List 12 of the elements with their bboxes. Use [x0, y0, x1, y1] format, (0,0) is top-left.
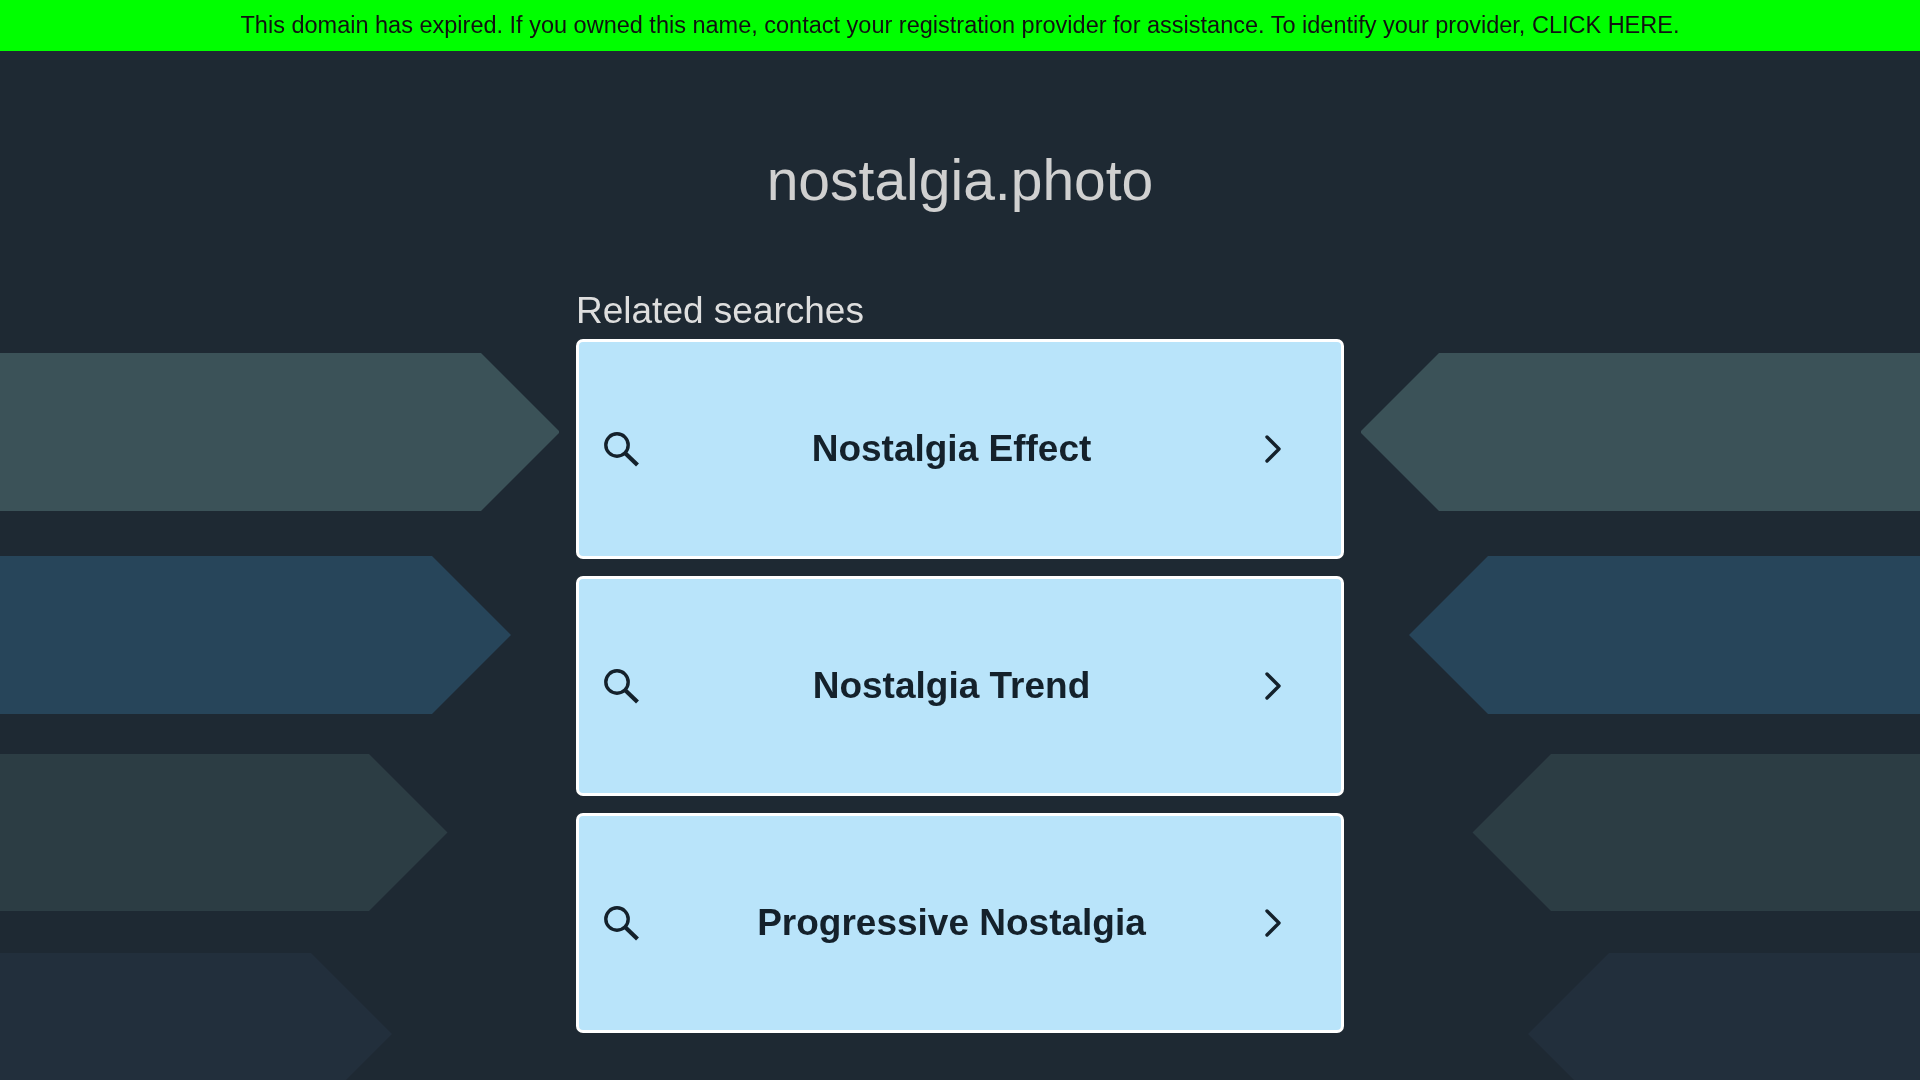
section-heading: Related searches [576, 290, 864, 331]
chevron-right-icon [1263, 908, 1283, 938]
search-link[interactable]: Nostalgia Trend [576, 576, 1344, 796]
search-icon [603, 431, 640, 467]
search-icon [603, 905, 640, 941]
search-link[interactable]: Progressive Nostalgia [576, 813, 1344, 1033]
chevron-right-icon [1263, 434, 1283, 464]
site-title: nostalgia.photo [766, 149, 1154, 212]
chevron-right-icon [1263, 671, 1283, 701]
search-link[interactable]: Nostalgia Effect [576, 339, 1344, 559]
search-icon [603, 668, 640, 704]
expiry-notice: This domain has expired. If you owned this name, contact your registration provider for assistance. To identify your provider, CLICK HERE. [240, 12, 1680, 39]
